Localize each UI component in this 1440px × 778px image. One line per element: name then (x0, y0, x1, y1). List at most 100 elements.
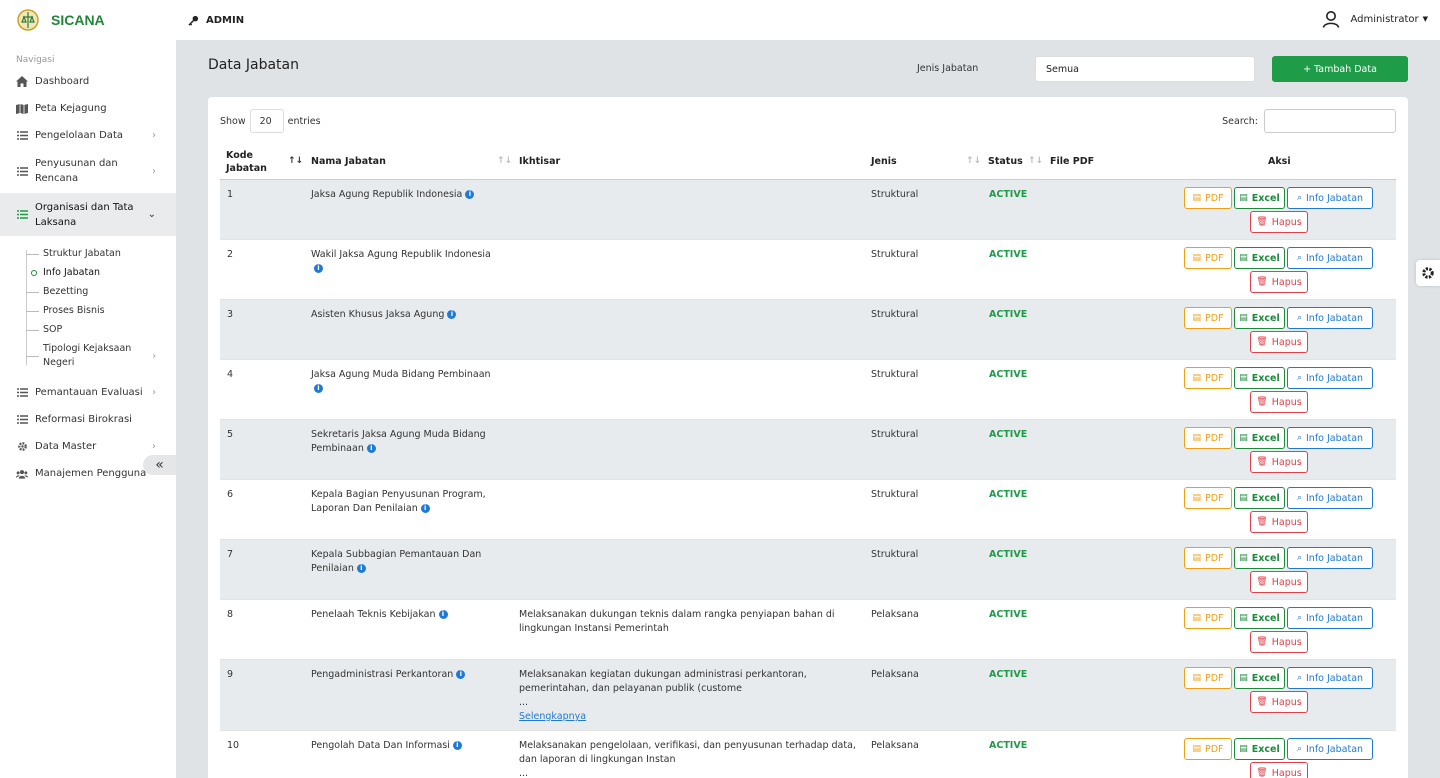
pdf-button[interactable]: ▤ PDF (1184, 307, 1232, 329)
file-pdf-icon: ▤ (1192, 744, 1201, 754)
sidebar-item-peta[interactable]: Peta Kejagung (0, 95, 176, 122)
collapse-sidebar-button[interactable]: « (143, 455, 176, 475)
settings-button[interactable] (1416, 260, 1440, 286)
info-icon[interactable]: i (438, 610, 448, 619)
pdf-button[interactable]: ▤ PDF (1184, 367, 1232, 389)
info-icon[interactable]: i (420, 504, 430, 513)
delete-button[interactable]: 🗑 Hapus (1250, 691, 1308, 713)
info-icon[interactable]: i (452, 741, 462, 750)
button-label: Info Jabatan (1306, 372, 1364, 384)
info-icon[interactable]: i (465, 190, 475, 199)
excel-button[interactable]: ▤ Excel (1234, 738, 1285, 760)
col-aksi: Aksi (1268, 156, 1291, 167)
submenu-bezetting[interactable]: Bezetting (0, 282, 176, 301)
delete-button[interactable]: 🗑 Hapus (1250, 271, 1308, 293)
info-jabatan-button[interactable]: ⌕ Info Jabatan (1287, 738, 1373, 760)
pdf-button[interactable]: ▤ PDF (1184, 247, 1232, 269)
delete-button[interactable]: 🗑 Hapus (1250, 571, 1308, 593)
pdf-button[interactable]: ▤ PDF (1184, 667, 1232, 689)
excel-button[interactable]: ▤ Excel (1234, 547, 1285, 569)
selengkapnya-link[interactable]: Selengkapnya (519, 711, 586, 722)
pdf-button[interactable]: ▤ PDF (1184, 607, 1232, 629)
col-nama[interactable]: Nama Jabatan (311, 143, 386, 180)
info-jabatan-button[interactable]: ⌕ Info Jabatan (1287, 187, 1373, 209)
pdf-button[interactable]: ▤ PDF (1184, 487, 1232, 509)
info-jabatan-button[interactable]: ⌕ Info Jabatan (1287, 667, 1373, 689)
delete-button[interactable]: 🗑 Hapus (1250, 211, 1308, 233)
table-row: 1 Jaksa Agung Republik Indonesia i Struktur… (220, 180, 1396, 240)
col-jenis[interactable]: Jenis (871, 143, 897, 180)
role-label: ADMIN (188, 15, 244, 26)
sidebar-item-penyusunan[interactable]: Penyusunan dan Rencana › (0, 149, 176, 193)
submenu-struktur-jabatan[interactable]: Struktur Jabatan (0, 244, 176, 263)
info-icon[interactable]: i (447, 310, 457, 319)
sidebar-item-reformasi[interactable]: Reformasi Birokrasi (0, 406, 176, 433)
nama-text: Jaksa Agung Muda Bidang Pembinaan (311, 369, 491, 380)
delete-button[interactable]: 🗑 Hapus (1250, 331, 1308, 353)
table-row: 3 Asisten Khusus Jaksa Agung i Struktural AC… (220, 300, 1396, 360)
sidebar-item-dashboard[interactable]: Dashboard (0, 68, 176, 95)
button-label: Info Jabatan (1306, 252, 1364, 264)
info-jabatan-button[interactable]: ⌕ Info Jabatan (1287, 487, 1373, 509)
trash-icon: 🗑 (1256, 337, 1268, 347)
pdf-button[interactable]: ▤ PDF (1184, 738, 1232, 760)
brand[interactable]: SICANA (0, 8, 176, 32)
jenis-cell: Struktural (871, 429, 919, 440)
submenu-info-jabatan[interactable]: Info Jabatan (0, 263, 176, 282)
role-text: ADMIN (206, 14, 245, 26)
info-icon[interactable]: i (366, 444, 376, 453)
excel-button[interactable]: ▤ Excel (1234, 187, 1285, 209)
info-jabatan-button[interactable]: ⌕ Info Jabatan (1287, 427, 1373, 449)
delete-button[interactable]: 🗑 Hapus (1250, 511, 1308, 533)
sidebar-label: Pengelolaan Data (35, 130, 123, 141)
sidebar-item-organisasi[interactable]: Organisasi dan Tata Laksana ⌄ (0, 193, 176, 236)
kode-cell: 10 (227, 740, 240, 751)
col-kode[interactable]: Kode Jabatan (226, 143, 267, 180)
jenis-cell: Struktural (871, 549, 919, 560)
trash-icon: 🗑 (1256, 217, 1268, 227)
excel-button[interactable]: ▤ Excel (1234, 367, 1285, 389)
pdf-button[interactable]: ▤ PDF (1184, 427, 1232, 449)
pdf-button[interactable]: ▤ PDF (1184, 187, 1232, 209)
col-status[interactable]: Status (988, 143, 1023, 180)
info-jabatan-button[interactable]: ⌕ Info Jabatan (1287, 247, 1373, 269)
excel-button[interactable]: ▤ Excel (1234, 307, 1285, 329)
excel-button[interactable]: ▤ Excel (1234, 667, 1285, 689)
user-menu[interactable]: Administrator ▼ (1322, 10, 1428, 28)
status-badge: ACTIVE (989, 309, 1028, 320)
pdf-button[interactable]: ▤ PDF (1184, 547, 1232, 569)
excel-button[interactable]: ▤ Excel (1234, 607, 1285, 629)
delete-button[interactable]: 🗑 Hapus (1250, 631, 1308, 653)
excel-button[interactable]: ▤ Excel (1234, 247, 1285, 269)
info-jabatan-button[interactable]: ⌕ Info Jabatan (1287, 607, 1373, 629)
add-data-button[interactable]: + Tambah Data (1272, 56, 1408, 82)
excel-button[interactable]: ▤ Excel (1234, 487, 1285, 509)
info-icon[interactable]: i (314, 264, 323, 273)
sort-icon[interactable]: ↑↓ (1028, 156, 1043, 166)
info-jabatan-button[interactable]: ⌕ Info Jabatan (1287, 367, 1373, 389)
entries-select[interactable]: 20 (249, 109, 284, 133)
info-icon[interactable]: i (356, 564, 366, 573)
nama-cell: Penelaah Teknis Kebijakan i (311, 608, 496, 622)
sort-icon[interactable]: ↑↓ (497, 156, 512, 166)
delete-button[interactable]: 🗑 Hapus (1250, 762, 1308, 778)
search-input[interactable] (1264, 109, 1396, 133)
sort-asc-icon[interactable]: ↑↓ (288, 156, 303, 166)
sidebar-item-pengelolaan[interactable]: Pengelolaan Data › (0, 122, 176, 149)
search-icon: ⌕ (1296, 313, 1302, 323)
submenu-sop[interactable]: SOP (0, 320, 176, 339)
info-icon[interactable]: i (314, 384, 323, 393)
excel-button[interactable]: ▤ Excel (1234, 427, 1285, 449)
submenu-tipologi[interactable]: Tipologi Kejaksaan Negeri › (0, 339, 176, 373)
info-icon[interactable]: i (456, 670, 466, 679)
delete-button[interactable]: 🗑 Hapus (1250, 391, 1308, 413)
sort-icon[interactable]: ↑↓ (966, 156, 981, 166)
sidebar-item-pemantauan[interactable]: Pemantauan Evaluasi › (0, 379, 176, 406)
jenis-jabatan-select[interactable]: Semua (1035, 56, 1255, 82)
submenu-proses-bisnis[interactable]: Proses Bisnis (0, 301, 176, 320)
file-excel-icon: ▤ (1239, 673, 1248, 683)
nama-text: Pengolah Data Dan Informasi (311, 740, 450, 751)
info-jabatan-button[interactable]: ⌕ Info Jabatan (1287, 307, 1373, 329)
delete-button[interactable]: 🗑 Hapus (1250, 451, 1308, 473)
info-jabatan-button[interactable]: ⌕ Info Jabatan (1287, 547, 1373, 569)
